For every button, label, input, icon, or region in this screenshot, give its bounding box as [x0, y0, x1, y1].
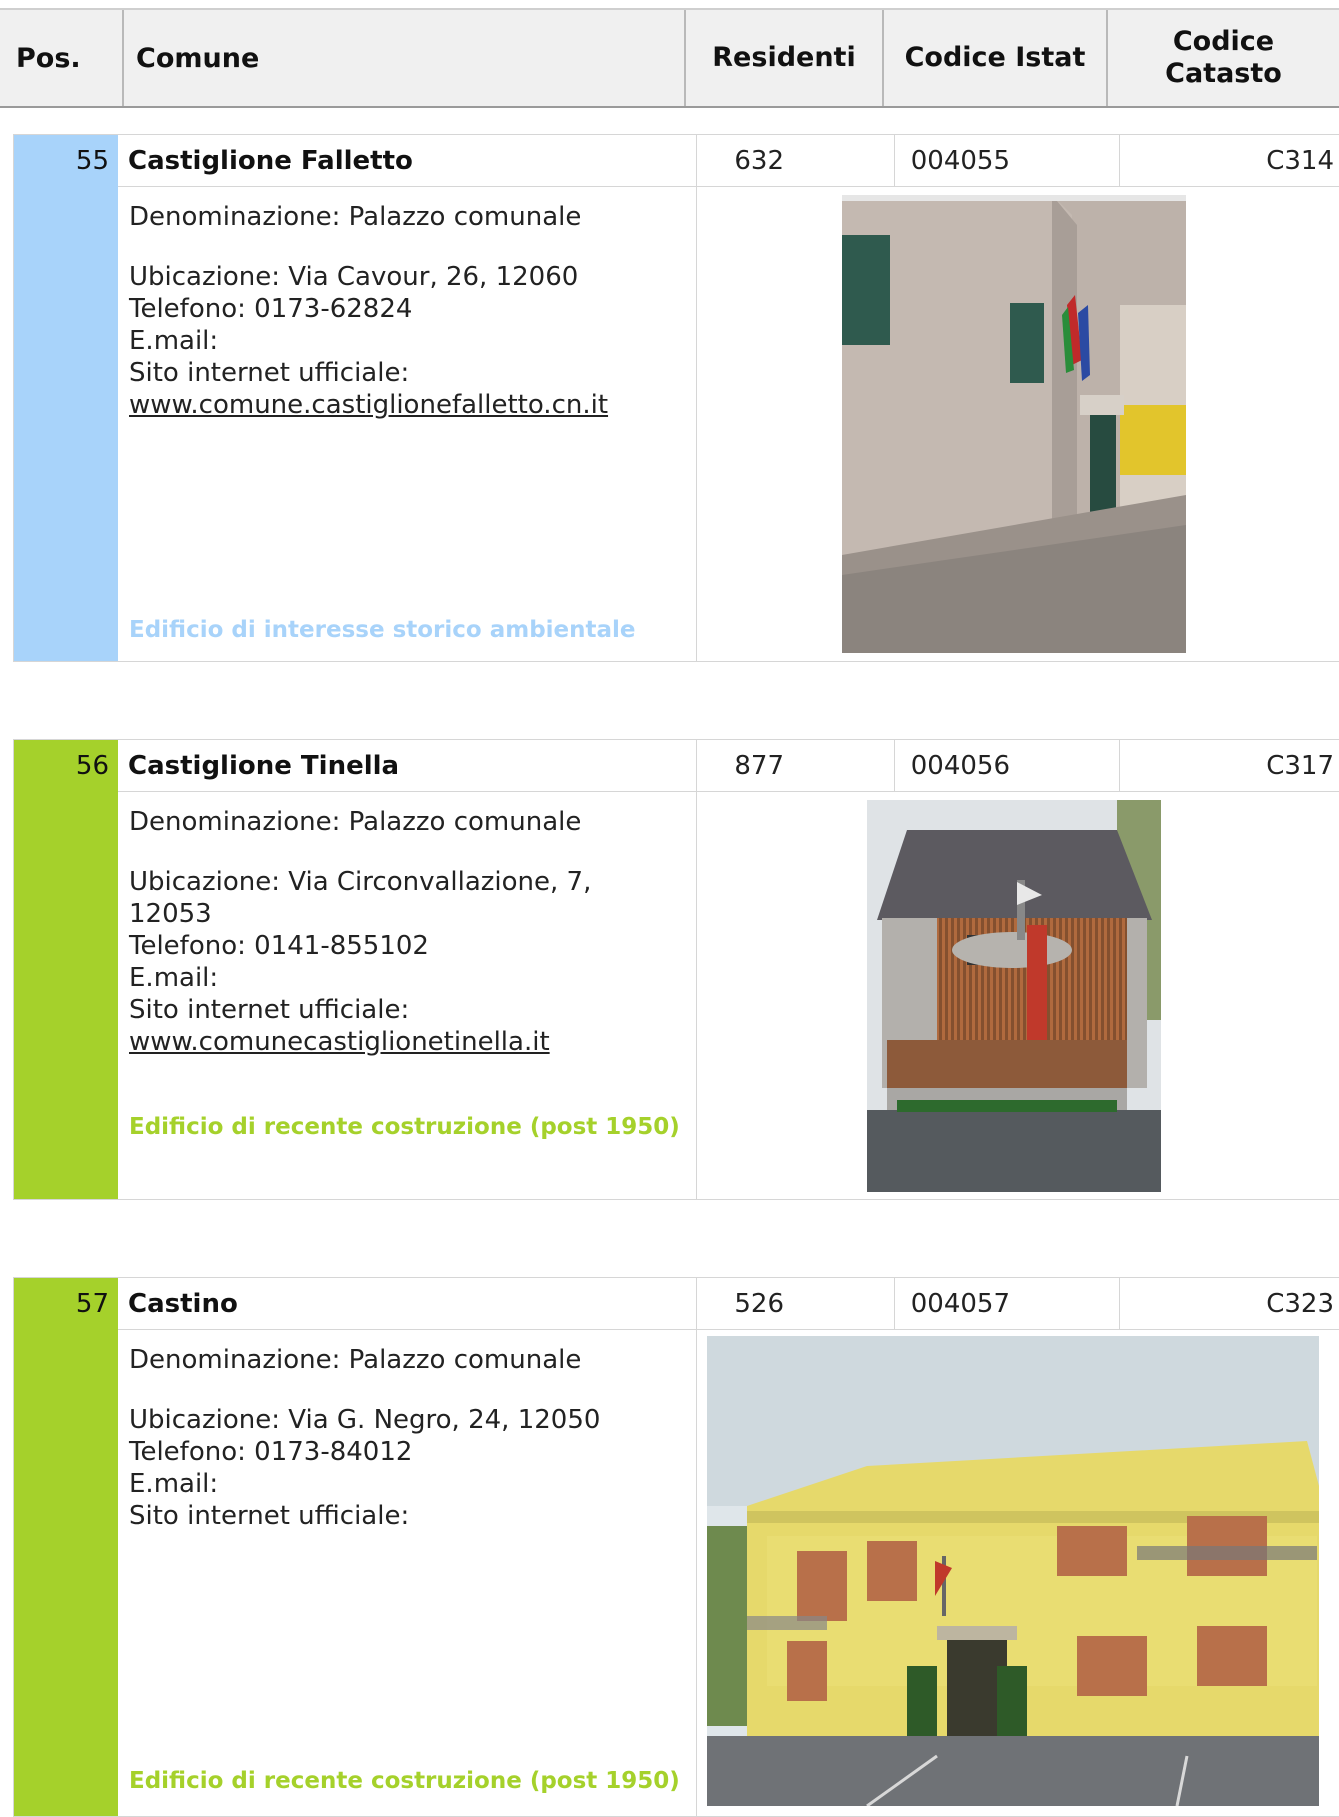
codice-istat-value: 004055 — [910, 146, 1010, 176]
email-label: E.mail: — [129, 1469, 219, 1499]
tipologia-label: Edificio di interesse storico ambientale — [129, 617, 636, 643]
ubicazione: Ubicazione: Via Cavour, 26, 12060 — [129, 262, 579, 292]
town-hall-photo — [867, 800, 1161, 1192]
codice-catasto-value: C314 — [1266, 146, 1334, 176]
summary-row: Castino 526 004057 C323 — [118, 1278, 1339, 1330]
email-label: E.mail: — [129, 326, 219, 356]
codice-istat-value: 004057 — [910, 1289, 1010, 1319]
codice-catasto-value: C323 — [1266, 1289, 1334, 1319]
tipologia-label: Edificio di recente costruzione (post 19… — [129, 1768, 680, 1794]
residenti-value: 877 — [734, 751, 784, 781]
table-header: Pos. Comune Residenti Codice Istat Codic… — [0, 8, 1339, 108]
header-codice-istat: Codice Istat — [882, 10, 1106, 106]
header-codice-catasto-line2: Catasto — [1165, 58, 1282, 89]
contact-info: Ubicazione: Via G. Negro, 24, 12050 Tele… — [129, 1404, 689, 1532]
header-codice-catasto-line1: Codice — [1172, 26, 1275, 57]
position-color-bar — [14, 1278, 118, 1816]
codice-istat-value: 004056 — [910, 751, 1010, 781]
denominazione: Denominazione: Palazzo comunale — [129, 1345, 582, 1375]
sito-label: Sito internet ufficiale: — [129, 358, 410, 388]
residenti-value: 526 — [734, 1289, 784, 1319]
header-codice-catasto: Codice Catasto — [1106, 10, 1339, 106]
telefono: Telefono: 0173-62824 — [129, 294, 413, 324]
town-hall-photo — [707, 1336, 1319, 1806]
denominazione: Denominazione: Palazzo comunale — [129, 807, 582, 837]
summary-row: Castiglione Falletto 632 004055 C314 — [118, 135, 1339, 187]
position-number: 56 — [75, 751, 109, 781]
details-block: Denominazione: Palazzo comunale Ubicazio… — [129, 792, 649, 1058]
telefono: Telefono: 0141-855102 — [129, 931, 429, 961]
contact-info: Ubicazione: Via Cavour, 26, 12060 Telefo… — [129, 261, 689, 421]
details-block: Denominazione: Palazzo comunale Ubicazio… — [129, 187, 689, 421]
comune-entry: 57 Castino 526 004057 C323 Denominazione… — [13, 1277, 1339, 1817]
summary-row: Castiglione Tinella 877 004056 C317 — [118, 740, 1339, 792]
position-number: 55 — [75, 146, 109, 176]
town-hall-photo — [842, 195, 1186, 653]
comune-entry: 56 Castiglione Tinella 877 004056 C317 D… — [13, 739, 1339, 1200]
ubicazione: Ubicazione: Via Circonvallazione, 7, 120… — [129, 867, 592, 929]
sito-link[interactable]: www.comunecastiglionetinella.it — [129, 1026, 649, 1058]
ubicazione: Ubicazione: Via G. Negro, 24, 12050 — [129, 1405, 601, 1435]
sito-label: Sito internet ufficiale: — [129, 1501, 410, 1531]
sito-link[interactable]: www.comune.castiglionefalletto.cn.it — [129, 389, 689, 421]
position-color-bar — [14, 135, 118, 661]
contact-info: Ubicazione: Via Circonvallazione, 7, 120… — [129, 866, 649, 1058]
details-block: Denominazione: Palazzo comunale Ubicazio… — [129, 1330, 689, 1532]
residenti-value: 632 — [734, 146, 784, 176]
comune-name: Castiglione Tinella — [128, 751, 400, 781]
email-label: E.mail: — [129, 963, 219, 993]
header-comune: Comune — [122, 10, 684, 106]
sito-label: Sito internet ufficiale: — [129, 995, 410, 1025]
comune-entry: 55 Castiglione Falletto 632 004055 C314 … — [13, 134, 1339, 662]
position-number: 57 — [75, 1289, 109, 1319]
tipologia-label: Edificio di recente costruzione (post 19… — [129, 1114, 680, 1140]
comune-name: Castiglione Falletto — [128, 146, 413, 176]
denominazione: Denominazione: Palazzo comunale — [129, 202, 582, 232]
telefono: Telefono: 0173-84012 — [129, 1437, 413, 1467]
codice-catasto-value: C317 — [1266, 751, 1334, 781]
comune-name: Castino — [128, 1289, 238, 1319]
position-color-bar — [14, 740, 118, 1199]
header-residenti: Residenti — [684, 10, 882, 106]
header-pos: Pos. — [16, 42, 81, 74]
